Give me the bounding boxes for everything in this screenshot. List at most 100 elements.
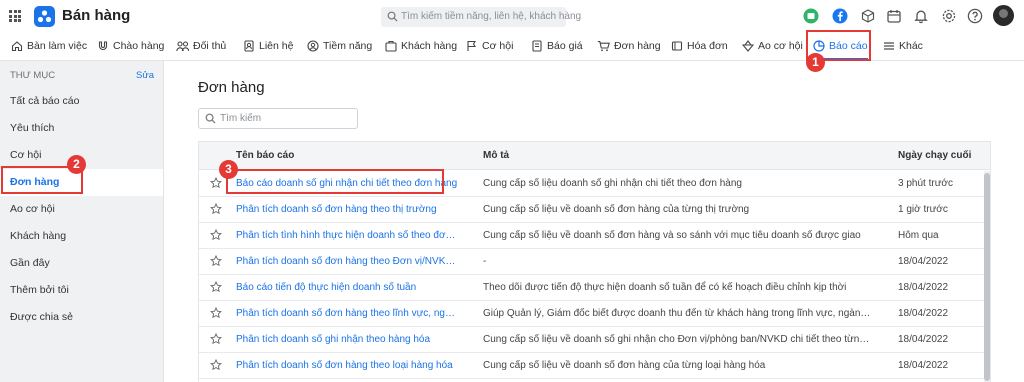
star-icon[interactable]	[210, 177, 222, 189]
column-header-last-run[interactable]: Ngày chạy cuối	[898, 142, 971, 170]
nav-label: Khác	[899, 40, 923, 52]
table-row[interactable]: Phân tích doanh số đơn hàng theo thị trư…	[199, 197, 990, 223]
table-row[interactable]: Phân tích doanh số đơn hàng theo loại hà…	[199, 353, 990, 379]
report-name-link[interactable]: Phân tích doanh số đơn hàng theo lĩnh vự…	[236, 301, 460, 327]
edit-folders-link[interactable]: Sửa	[136, 70, 154, 81]
nav-label: Chào hàng	[113, 40, 165, 52]
main-content: Đơn hàng Tìm kiếm Tên báo cáo Mô tả Ngày…	[165, 61, 1024, 382]
report-last-run: 18/04/2022	[898, 256, 949, 267]
nav-label: Đơn hàng	[614, 40, 661, 52]
nav-item-campaign[interactable]: Chào hàng	[97, 32, 164, 60]
help-icon[interactable]	[967, 8, 983, 24]
invoice-icon	[671, 41, 683, 51]
report-description: Cung cấp số liệu về doanh số đơn hàng củ…	[483, 204, 750, 215]
folder-added-by-me[interactable]: Thêm bởi tôi	[0, 277, 163, 304]
nav-label: Liên hệ	[259, 40, 294, 52]
column-header-name[interactable]: Tên báo cáo	[236, 142, 294, 170]
nav-item-contact[interactable]: Liên hệ	[243, 32, 293, 60]
folder-customer[interactable]: Khách hàng	[0, 223, 163, 250]
report-description: Giúp Quản lý, Giám đốc biết được doanh t…	[483, 308, 871, 319]
opportunity-icon	[467, 40, 476, 51]
star-icon[interactable]	[210, 359, 222, 371]
report-last-run: 18/04/2022	[898, 360, 949, 371]
nav-label: Bàn làm việc	[27, 40, 88, 52]
nav-label: Tiềm năng	[323, 40, 373, 52]
lead-icon	[307, 40, 319, 52]
table-row[interactable]: Phân tích doanh số ghi nhận theo hàng hó…	[199, 327, 990, 353]
nav-item-quote[interactable]: Báo giá	[531, 32, 583, 60]
report-description: -	[483, 256, 487, 267]
step-badge-3: 3	[219, 160, 238, 179]
report-search-input[interactable]: Tìm kiếm	[198, 108, 358, 129]
calendar-icon[interactable]	[886, 8, 902, 24]
star-icon[interactable]	[210, 333, 222, 345]
magnet-icon	[98, 41, 108, 51]
search-icon	[205, 113, 216, 124]
global-search-input[interactable]: Tìm kiếm tiềm năng, liên hệ, khách hàng	[381, 7, 581, 27]
gear-icon[interactable]	[941, 8, 957, 24]
nav-label: Ao cơ hội	[758, 40, 803, 52]
report-name-link[interactable]: Phân tích doanh số đơn hàng theo Đơn vị/…	[236, 249, 460, 275]
nav-item-invoice[interactable]: Hóa đơn	[671, 32, 728, 60]
report-description: Theo dõi được tiến độ thực hiện doanh số…	[483, 282, 847, 293]
nav-item-customer[interactable]: Khách hàng	[385, 32, 457, 60]
page-title: Đơn hàng	[198, 79, 265, 96]
nav-item-dashboard[interactable]: Bàn làm việc	[11, 32, 87, 60]
package-search-icon[interactable]	[860, 8, 876, 24]
report-name-link[interactable]: Phân tích doanh số đơn hàng theo thị trư…	[236, 197, 460, 223]
star-icon[interactable]	[210, 255, 222, 267]
folder-all-reports[interactable]: Tất cả báo cáo	[0, 88, 163, 115]
table-row[interactable]: Phân tích doanh số đơn hàng theo Đơn vị/…	[199, 249, 990, 275]
nav-label: Khách hàng	[401, 40, 458, 52]
scrollbar-thumb[interactable]	[984, 173, 990, 381]
customer-icon	[385, 40, 397, 52]
star-icon[interactable]	[210, 229, 222, 241]
quote-icon	[532, 40, 542, 52]
report-folder-sidebar: THƯ MỤC Sửa Tất cả báo cáo Yêu thích Cơ …	[0, 61, 164, 382]
nav-label: Cơ hội	[482, 40, 514, 52]
table-scrollbar[interactable]	[984, 171, 990, 382]
global-search-placeholder: Tìm kiếm tiềm năng, liên hệ, khách hàng	[401, 11, 582, 22]
folder-favorites[interactable]: Yêu thích	[0, 115, 163, 142]
report-name-link[interactable]: Phân tích doanh số ghi nhận theo hàng hó…	[236, 327, 460, 353]
app-launcher-icon[interactable]	[9, 10, 21, 22]
star-icon[interactable]	[210, 281, 222, 293]
folder-recent[interactable]: Gần đây	[0, 250, 163, 277]
folder-shared[interactable]: Được chia sẻ	[0, 304, 163, 331]
report-name-link[interactable]: Phân tích doanh số đơn hàng theo loại hà…	[236, 353, 460, 379]
table-row[interactable]: Phân tích tình hình thực hiện doanh số t…	[199, 223, 990, 249]
search-icon	[387, 11, 398, 22]
avatar[interactable]	[993, 5, 1014, 26]
column-header-description[interactable]: Mô tả	[483, 142, 509, 170]
report-name-link[interactable]: Phân tích tình hình thực hiện doanh số t…	[236, 223, 460, 249]
nav-label: Đối thủ	[193, 40, 227, 52]
step-badge-2: 2	[67, 155, 86, 174]
facebook-icon[interactable]	[832, 8, 848, 24]
nav-item-competitor[interactable]: Đối thủ	[176, 32, 226, 60]
star-icon[interactable]	[210, 307, 222, 319]
nav-item-opportunity-pool[interactable]: Ao cơ hội	[742, 32, 803, 60]
report-name-link[interactable]: Báo cáo tiến độ thực hiện doanh số tuần	[236, 275, 460, 301]
green-app-icon[interactable]	[803, 8, 819, 24]
report-description: Cung cấp số liệu về doanh số ghi nhận ch…	[483, 334, 871, 345]
star-icon[interactable]	[210, 203, 222, 215]
folder-header: THƯ MỤC	[10, 70, 56, 81]
nav-label: Báo giá	[547, 40, 583, 52]
report-search-placeholder: Tìm kiếm	[220, 113, 262, 124]
table-row[interactable]: Báo cáo tiến độ thực hiện doanh số tuần …	[199, 275, 990, 301]
table-row[interactable]: Phân tích doanh số đơn hàng theo lĩnh vự…	[199, 301, 990, 327]
nav-label: Hóa đơn	[687, 40, 728, 52]
nav-item-opportunity[interactable]: Cơ hội	[466, 32, 513, 60]
nav-item-lead[interactable]: Tiềm năng	[307, 32, 372, 60]
nav-item-order[interactable]: Đơn hàng	[597, 32, 661, 60]
highlight-report-link	[226, 169, 444, 194]
bell-icon[interactable]	[913, 8, 929, 24]
report-last-run: 3 phút trước	[898, 178, 953, 189]
report-last-run: 18/04/2022	[898, 282, 949, 293]
nav-item-more[interactable]: Khác	[883, 32, 923, 60]
folder-opportunity-pool[interactable]: Ao cơ hội	[0, 196, 163, 223]
report-description: Cung cấp số liệu về doanh số đơn hàng củ…	[483, 360, 766, 371]
table-header: Tên báo cáo Mô tả Ngày chạy cuối	[199, 142, 990, 170]
menu-icon	[884, 42, 894, 50]
competitor-icon	[176, 41, 189, 52]
